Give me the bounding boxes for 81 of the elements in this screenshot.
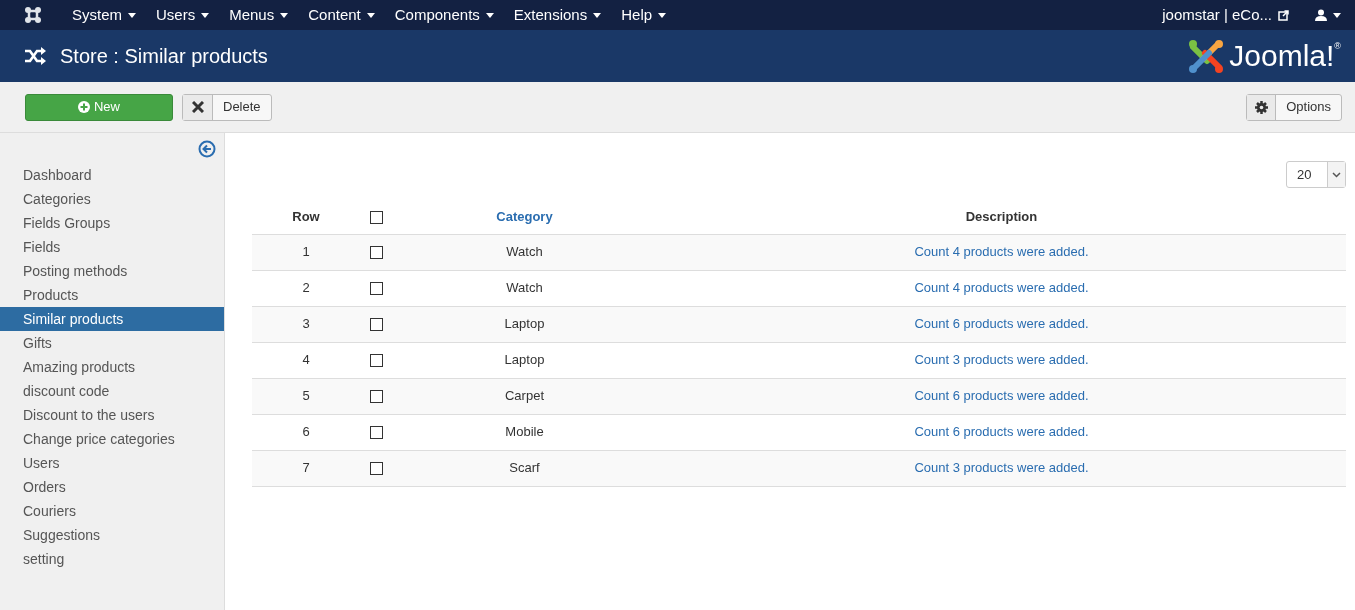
table-cell: Laptop [504,352,545,368]
checkbox[interactable] [369,246,383,260]
sidebar-item[interactable]: setting [0,547,224,571]
site-link[interactable]: joomstar | eCo... [1162,3,1289,27]
checkbox[interactable] [369,426,383,440]
row-number: 3 [302,316,310,332]
table-cell: Scarf [509,460,540,476]
sidebar-item[interactable]: Suggestions [0,523,224,547]
description-link[interactable]: Count 4 products were added. [914,280,1089,296]
checkbox[interactable] [369,318,383,332]
sidebar-item[interactable]: Change price categories [0,427,224,451]
joomla-icon[interactable] [24,6,42,24]
chevron-down-icon [1332,171,1341,178]
caret-icon [201,12,210,18]
plus-circle-icon [78,101,90,113]
settings-icon [1254,100,1268,114]
menu-item[interactable]: Content [298,3,385,27]
external-link-icon [1278,9,1289,21]
options-button[interactable]: Options [1246,93,1342,121]
description-link[interactable]: Count 6 products were added. [914,388,1089,404]
row-number: 6 [302,424,310,440]
caret-icon [280,12,289,18]
caret-icon [128,12,136,18]
row-number: 4 [302,352,310,368]
table-cell: Watch [506,280,543,296]
logo-text: Joomla! [1229,38,1335,74]
description-link[interactable]: Count 6 products were added. [914,316,1089,332]
sidebar-item[interactable]: Fields [0,235,224,259]
sidebar-item[interactable]: Discount to the users [0,403,224,427]
caret-icon [366,12,375,18]
page-title: Store : Similar products [60,44,268,69]
caret-icon [1333,12,1341,18]
menu-item[interactable]: Users [146,3,220,27]
row-number: 5 [302,388,310,404]
sidebar-item[interactable]: Gifts [0,331,224,355]
description-link[interactable]: Count 4 products were added. [914,244,1089,260]
row-number: 2 [302,280,310,296]
sidebar-item[interactable]: Products [0,283,224,307]
column-header: Description [965,209,1038,224]
sidebar-item[interactable]: Couriers [0,499,224,523]
sidebar-item[interactable]: Categories [0,187,224,211]
menu-item[interactable]: Extensions [503,3,612,27]
table-cell: Carpet [505,388,544,404]
caret-icon [485,12,494,18]
description-link[interactable]: Count 3 products were added. [914,460,1089,476]
sidebar-item[interactable]: discount code [0,379,224,403]
checkbox[interactable] [369,211,383,225]
menu-item[interactable]: Help [611,3,677,27]
user-icon [1315,9,1327,21]
registered-mark: ® [1334,41,1341,51]
checkbox[interactable] [369,462,383,476]
column-header: Row [292,209,320,224]
row-number: 7 [302,460,310,476]
checkbox[interactable] [369,354,383,368]
sidebar-item[interactable]: Similar products [0,307,224,331]
description-link[interactable]: Count 6 products were added. [914,424,1089,440]
checkbox[interactable] [369,390,383,404]
close-icon [191,101,204,113]
sidebar-item[interactable]: Fields Groups [0,211,224,235]
sidebar-item[interactable]: Amazing products [0,355,224,379]
column-header-link[interactable]: Category [496,209,553,224]
delete-button[interactable]: Delete [182,93,272,121]
table-cell: Laptop [504,316,545,332]
sidebar-item[interactable]: Posting methods [0,259,224,283]
list-limit-select[interactable]: 20 [1286,161,1346,188]
menu-item[interactable]: Components [384,3,504,27]
menu-item[interactable]: System [62,3,146,27]
caret-icon [658,12,667,18]
sidebar-item[interactable]: Orders [0,475,224,499]
menu-item[interactable]: Menus [219,3,299,27]
table-cell: Mobile [505,424,544,440]
checkbox[interactable] [369,282,383,296]
joomla-logo-icon [1187,37,1226,75]
shuffle-icon [24,47,46,65]
description-link[interactable]: Count 3 products were added. [914,352,1089,368]
row-number: 1 [302,244,310,260]
sidebar-item[interactable]: Dashboard [0,163,224,187]
sidebar-item[interactable]: Users [0,451,224,475]
user-menu[interactable] [1315,9,1341,21]
table-cell: Watch [506,244,543,260]
caret-icon [593,12,602,18]
